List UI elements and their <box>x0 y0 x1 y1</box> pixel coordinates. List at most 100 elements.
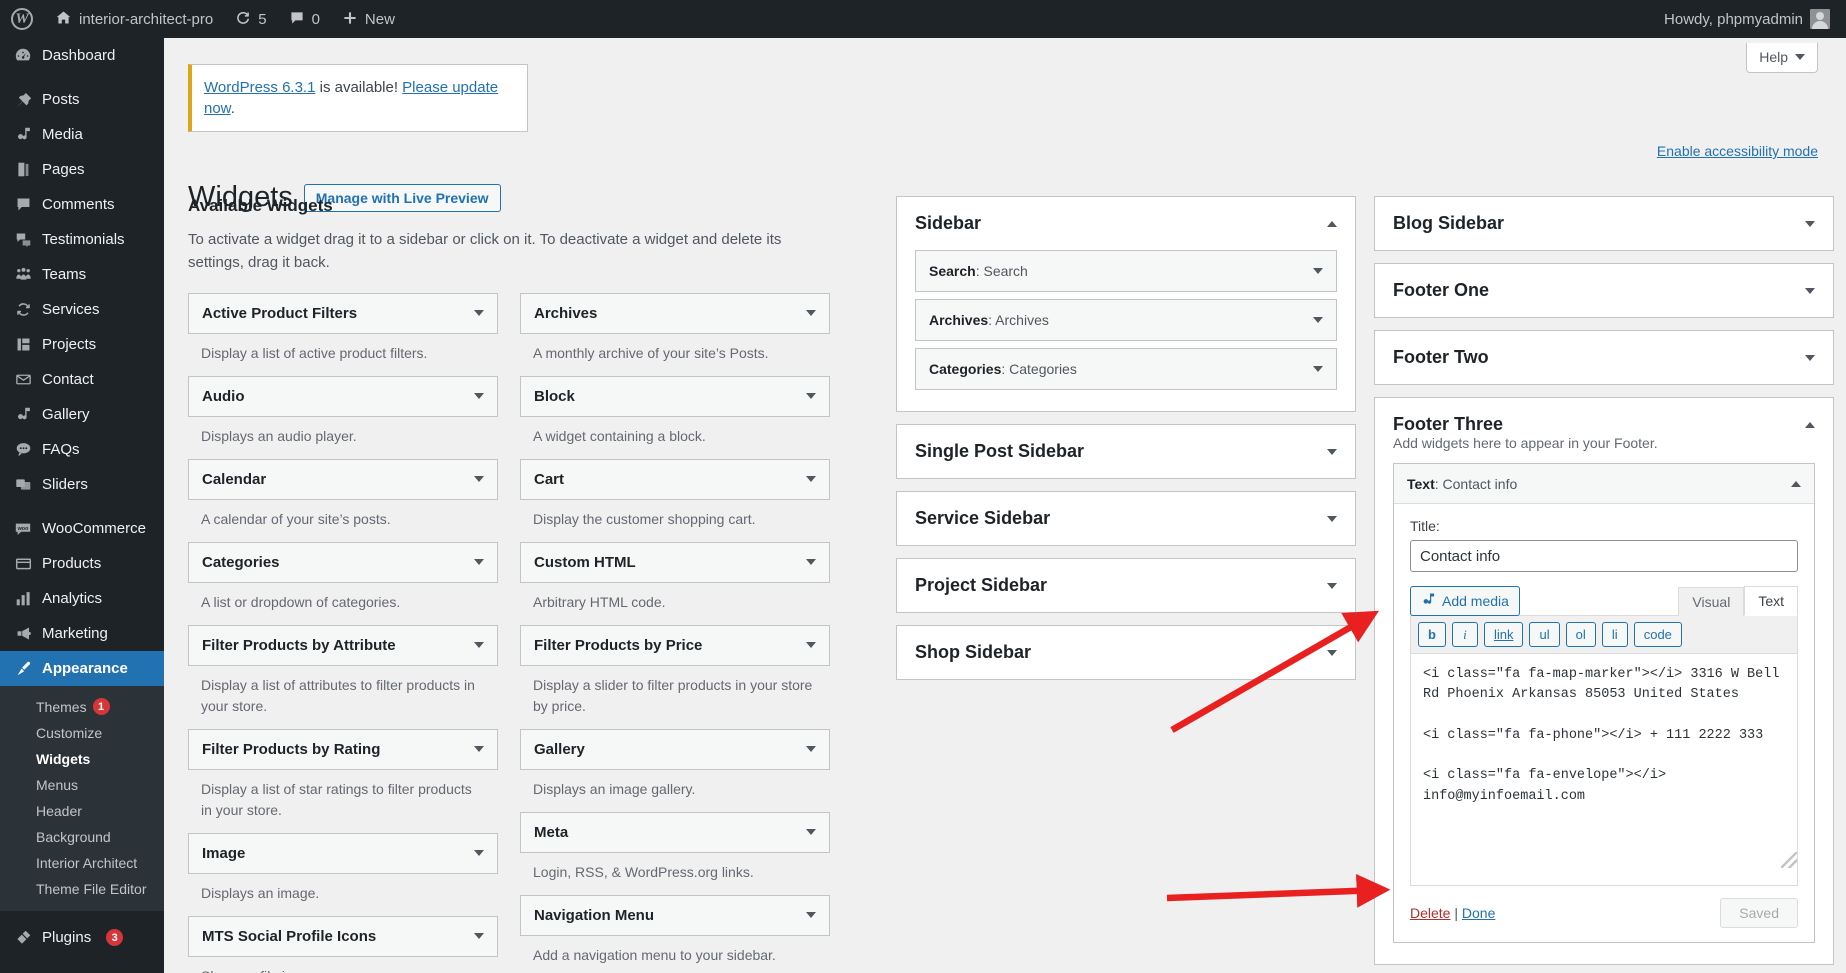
chevron-down-icon[interactable] <box>474 746 484 752</box>
chevron-down-icon[interactable] <box>1327 515 1337 522</box>
sidebar-item-posts[interactable]: Posts <box>0 82 164 117</box>
widget-card-header[interactable]: Navigation Menu <box>520 894 830 936</box>
tab-text[interactable]: Text <box>1744 586 1798 616</box>
widget-card-header[interactable]: Custom HTML <box>520 541 830 583</box>
sidebar-panel-header[interactable]: Footer Two <box>1375 331 1833 384</box>
chevron-up-icon[interactable] <box>1327 220 1337 227</box>
chevron-down-icon[interactable] <box>806 393 816 399</box>
sidebar-panel-header[interactable]: Footer One <box>1375 264 1833 317</box>
my-account-menu[interactable]: Howdy, phpmyadmin <box>1653 0 1846 38</box>
chevron-down-icon[interactable] <box>1313 366 1323 372</box>
widget-card-header[interactable]: Gallery <box>520 728 830 770</box>
widget-card-header[interactable]: Filter Products by Price <box>520 624 830 666</box>
tab-visual[interactable]: Visual <box>1678 587 1745 616</box>
sidebar-item-dashboard[interactable]: Dashboard <box>0 38 164 73</box>
assigned-widget-header[interactable]: Categories: Categories <box>916 349 1336 389</box>
widget-card-header[interactable]: Filter Products by Rating <box>188 728 498 770</box>
site-name-menu[interactable]: interior-architect-pro <box>44 0 224 38</box>
chevron-down-icon[interactable] <box>1313 268 1323 274</box>
sidebar-item-teams[interactable]: Teams <box>0 257 164 292</box>
widget-card-header[interactable]: Active Product Filters <box>188 292 498 334</box>
assigned-widget-search[interactable]: Search: Search <box>915 250 1337 292</box>
sidebar-item-projects[interactable]: Projects <box>0 327 164 362</box>
submenu-item-background[interactable]: Background <box>0 824 164 850</box>
submenu-item-themes[interactable]: Themes 1 <box>0 693 164 720</box>
assigned-widget-archives[interactable]: Archives: Archives <box>915 299 1337 341</box>
submenu-item-theme-file-editor[interactable]: Theme File Editor <box>0 876 164 902</box>
widget-card-header[interactable]: Categories <box>188 541 498 583</box>
chevron-down-icon[interactable] <box>474 476 484 482</box>
sidebar-item-pages[interactable]: Pages <box>0 152 164 187</box>
delete-link[interactable]: Delete <box>1410 905 1450 921</box>
submenu-item-header[interactable]: Header <box>0 798 164 824</box>
chevron-down-icon[interactable] <box>474 393 484 399</box>
sidebar-panel-header[interactable]: Blog Sidebar <box>1375 197 1833 250</box>
submenu-item-widgets[interactable]: Widgets <box>0 746 164 772</box>
sidebar-panel-header[interactable]: Service Sidebar <box>897 492 1355 545</box>
quicktag-bold-button[interactable]: b <box>1418 622 1446 647</box>
widget-card-header[interactable]: Cart <box>520 458 830 500</box>
widget-card-header[interactable]: Image <box>188 832 498 874</box>
submenu-item-menus[interactable]: Menus <box>0 772 164 798</box>
submenu-item-customize[interactable]: Customize <box>0 720 164 746</box>
sidebar-panel-header[interactable]: Single Post Sidebar <box>897 425 1355 478</box>
sidebar-item-plugins[interactable]: Plugins 3 <box>0 920 164 955</box>
sidebar-panel-header[interactable]: Shop Sidebar <box>897 626 1355 679</box>
done-link[interactable]: Done <box>1462 905 1495 921</box>
sidebar-item-media[interactable]: Media <box>0 117 164 152</box>
widget-card-header[interactable]: Meta <box>520 811 830 853</box>
content-textarea[interactable]: <i class="fa fa-map-marker"></i> 3316 W … <box>1410 653 1798 886</box>
sidebar-item-sliders[interactable]: Sliders <box>0 467 164 502</box>
chevron-down-icon[interactable] <box>1327 649 1337 656</box>
sidebar-item-appearance[interactable]: Appearance <box>0 651 164 686</box>
assigned-widget-header[interactable]: Archives: Archives <box>916 300 1336 340</box>
sidebar-panel-header[interactable]: Sidebar <box>897 197 1355 250</box>
assigned-widget-header[interactable]: Search: Search <box>916 251 1336 291</box>
sidebar-item-analytics[interactable]: Analytics <box>0 581 164 616</box>
sidebar-item-faqs[interactable]: FAQs <box>0 432 164 467</box>
chevron-down-icon[interactable] <box>474 559 484 565</box>
chevron-down-icon[interactable] <box>806 476 816 482</box>
assigned-widget-header[interactable]: Text: Contact info <box>1394 464 1814 504</box>
widget-card-header[interactable]: Filter Products by Attribute <box>188 624 498 666</box>
widget-card-header[interactable]: MTS Social Profile Icons <box>188 915 498 957</box>
sidebar-item-contact[interactable]: Contact <box>0 362 164 397</box>
chevron-down-icon[interactable] <box>806 642 816 648</box>
chevron-down-icon[interactable] <box>1327 582 1337 589</box>
chevron-down-icon[interactable] <box>474 933 484 939</box>
chevron-down-icon[interactable] <box>806 746 816 752</box>
chevron-down-icon[interactable] <box>1313 317 1323 323</box>
comments-menu[interactable]: 0 <box>278 0 331 38</box>
sidebar-item-products[interactable]: Products <box>0 546 164 581</box>
save-button[interactable]: Saved <box>1720 898 1798 928</box>
chevron-down-icon[interactable] <box>806 829 816 835</box>
sidebar-item-gallery[interactable]: Gallery <box>0 397 164 432</box>
chevron-down-icon[interactable] <box>806 912 816 918</box>
widget-card-header[interactable]: Audio <box>188 375 498 417</box>
new-content-menu[interactable]: New <box>331 0 406 38</box>
wp-logo-menu[interactable]: W <box>0 0 44 38</box>
sidebar-item-comments[interactable]: Comments <box>0 187 164 222</box>
title-input[interactable] <box>1410 540 1798 572</box>
sidebar-panel-header[interactable]: Project Sidebar <box>897 559 1355 612</box>
chevron-down-icon[interactable] <box>474 642 484 648</box>
widget-card-header[interactable]: Calendar <box>188 458 498 500</box>
chevron-down-icon[interactable] <box>1805 220 1815 227</box>
sidebar-item-testimonials[interactable]: Testimonials <box>0 222 164 257</box>
sidebar-item-services[interactable]: Services <box>0 292 164 327</box>
quicktag-ol-button[interactable]: ol <box>1565 622 1596 647</box>
enable-accessibility-mode-link[interactable]: Enable accessibility mode <box>1657 143 1818 159</box>
submenu-item-interior-architect[interactable]: Interior Architect <box>0 850 164 876</box>
textarea-resize-handle[interactable] <box>1781 852 1797 868</box>
wordpress-version-link[interactable]: WordPress 6.3.1 <box>204 79 315 96</box>
chevron-down-icon[interactable] <box>806 310 816 316</box>
quicktag-code-button[interactable]: code <box>1633 622 1682 647</box>
chevron-down-icon[interactable] <box>474 850 484 856</box>
chevron-down-icon[interactable] <box>1805 354 1815 361</box>
add-media-button[interactable]: Add media <box>1410 586 1520 616</box>
updates-menu[interactable]: 5 <box>224 0 277 38</box>
quicktag-link-button[interactable]: link <box>1483 622 1524 647</box>
sidebar-item-marketing[interactable]: Marketing <box>0 616 164 651</box>
widget-card-header[interactable]: Block <box>520 375 830 417</box>
chevron-up-icon[interactable] <box>1805 421 1815 428</box>
